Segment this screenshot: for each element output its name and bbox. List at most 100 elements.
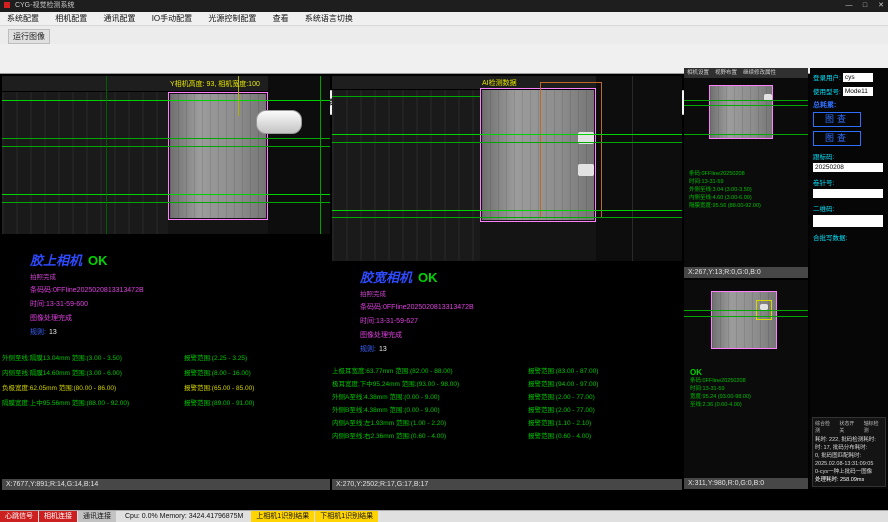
- measurement-text: 隔膜宽度:上中95.56mm 范围:(88.00 - 92.00): [2, 397, 129, 407]
- stats-header: 综合检测 状态开关 轴标检测: [815, 420, 883, 434]
- measurement-row: 内侧A至线:左1.93mm 范围:(1.00 - 2.20) 报警范围:(1.1…: [332, 414, 682, 427]
- small-pixel-readout-2: X:311,Y:980,R:0,G:0,B:0: [684, 478, 808, 489]
- model-label: 使用型号:: [813, 86, 841, 96]
- menu-io-manual[interactable]: IO手动配置: [145, 12, 199, 26]
- alarm-range-text: 报警范围:(89.00 - 91.00): [184, 397, 254, 407]
- rc-item-3[interactable]: 继续修改属性: [743, 68, 776, 78]
- bottom-status-bar: 心跳信号 相机连接 通讯连接 Cpu: 0.0% Memory: 3424.41…: [0, 510, 888, 522]
- machine-body: [2, 92, 168, 234]
- rule-value: 13: [379, 346, 387, 353]
- menu-system-config[interactable]: 系统配置: [0, 12, 46, 26]
- stats-line: 2025.02.08-13:31:09:05: [815, 460, 883, 468]
- rc-item-1[interactable]: 相机设置: [687, 68, 709, 78]
- alarm-range-text: 报警范围:(1.10 - 2.10): [528, 417, 591, 427]
- roll-number-input[interactable]: [813, 189, 883, 198]
- menu-comm-config[interactable]: 通讯配置: [96, 12, 142, 26]
- qr-code-input[interactable]: [813, 215, 883, 227]
- comm-connect-badge: 通讯连接: [78, 511, 116, 522]
- camera-result-title: 胶宽相机: [360, 270, 412, 285]
- measure-line: [684, 134, 808, 135]
- left-pixel-readout: X:7677,Y:891;R:14,G:14,B:14: [2, 479, 330, 490]
- stats-line-processing-time: 处理耗时: 258.09ms: [815, 476, 883, 484]
- measure-line: [684, 100, 808, 101]
- menu-language[interactable]: 系统语言切换: [298, 12, 360, 26]
- mid-pixel-readout: X:270,Y:2502;R:17,G:17,B:17: [332, 479, 682, 490]
- mid-camera-panel: AI检测数据 胶宽相机OK 拍照完成 条码码:0FFIine2025020813…: [332, 76, 682, 490]
- blue-status-box-1[interactable]: 图查: [813, 112, 861, 127]
- result-subtitle: 拍照完成: [360, 288, 682, 298]
- close-button[interactable]: ✕: [874, 0, 888, 12]
- barcode-text: 条码码:0FFIine2025020813313472B: [360, 302, 682, 312]
- app-window: CYG-视觉检测系统 — □ ✕ 系统配置 相机配置 通讯配置 IO手动配置 光…: [0, 0, 888, 522]
- mid-camera-view[interactable]: AI检测数据: [332, 76, 682, 261]
- cpu-memory-readout: Cpu: 0.0% Memory: 3424.41796875M: [125, 513, 243, 520]
- measure-line: [2, 202, 330, 203]
- menu-camera-config[interactable]: 相机配置: [48, 12, 94, 26]
- camera-overlay-text: AI检测数据: [482, 78, 517, 88]
- measurement-text: 负极宽度:62.05mm 范围:(80.00 - 86.00): [2, 382, 116, 392]
- small-result-line: 外侧至线:3.04 (3.00-3.50): [689, 186, 761, 194]
- time-text: 时间:13-31-59-627: [360, 316, 682, 326]
- login-user-label: 登录用户:: [813, 72, 841, 82]
- measure-line: [332, 134, 682, 135]
- model-row: 使用型号: Mode11: [813, 86, 885, 96]
- small-result-line: 宽度:95.24 (93.00-98.00): [690, 393, 751, 401]
- minimize-button[interactable]: —: [842, 0, 856, 12]
- result-subtitle: 拍照完成: [30, 271, 330, 281]
- small-camera-view-2[interactable]: OK 条码:0FFIine20250208 时间:13-31-59 宽度:95.…: [684, 280, 808, 478]
- rule-row: 规则:13: [360, 344, 682, 354]
- batch-code-value[interactable]: 20250208: [813, 163, 883, 172]
- stats-box: 综合检测 状态开关 轴标检测 耗时: 222, 批码检测耗时: 时: 17, 批…: [812, 417, 886, 487]
- measurement-row: 外侧至线:隔膜13.04mm 范围:(3.00 - 3.50) 报警范围:(2.…: [2, 349, 330, 364]
- stats-line: 耗时: 222, 批码检测耗时:: [815, 436, 883, 444]
- upper-camera-result-badge: 上相机1识别结果: [251, 511, 314, 522]
- alarm-range-text: 报警范围:(2.25 - 3.25): [184, 352, 247, 362]
- machine-body: [332, 90, 480, 261]
- merge-data-label: 合批写数据:: [813, 232, 885, 242]
- title-bar: CYG-视觉检测系统 — □ ✕: [0, 0, 888, 12]
- blue-status-box-2[interactable]: 图查: [813, 131, 861, 146]
- measure-vline: [320, 76, 321, 234]
- menu-light-control[interactable]: 光源控制配置: [201, 12, 263, 26]
- measure-line: [2, 138, 330, 139]
- measure-line: [2, 194, 330, 195]
- batch-code-label: 跟标码:: [813, 151, 885, 161]
- alarm-range-text: 报警范围:(83.00 - 87.00): [528, 365, 598, 375]
- alarm-range-text: 报警范围:(65.00 - 85.00): [184, 382, 254, 392]
- alarm-range-text: 报警范围:(8.00 - 16.00): [184, 367, 251, 377]
- left-camera-panel: Y相机高度: 93, 相机宽度:100 胶上相机OK 拍照完成 条码码:0FFI…: [2, 76, 330, 490]
- measurement-row: 内侧B至线:右2.36mm 范围:(0.60 - 4.00) 报警范围:(0.6…: [332, 427, 682, 440]
- roi-rect: [709, 85, 773, 139]
- left-results: 胶上相机OK 拍照完成 条码码:0FFIine2025020813313472B…: [2, 234, 330, 479]
- roi-rect: [168, 92, 268, 220]
- small-result-line: 隔膜宽度:95.56 (88.00-92.00): [689, 202, 761, 210]
- menu-bar: 系统配置 相机配置 通讯配置 IO手动配置 光源控制配置 查看 系统语言切换: [0, 12, 888, 26]
- small-result-line: 条码:0FFIine20250208: [689, 170, 761, 178]
- small-camera-view-1[interactable]: 条码:0FFIine20250208 时间:13-31-59 外侧至线:3.04…: [684, 78, 808, 267]
- time-text: 时间:13-31-59-600: [30, 299, 330, 309]
- rule-value: 13: [49, 329, 57, 336]
- process-status-text: 图像处理完成: [30, 313, 330, 323]
- tab-run-image[interactable]: 运行图像: [8, 29, 50, 44]
- lower-camera-result-badge: 下相机1识别结果: [315, 511, 378, 522]
- machine-edge: [632, 76, 633, 261]
- menu-view[interactable]: 查看: [266, 12, 296, 26]
- small-results-2: OK 条码:0FFIine20250208 时间:13-31-59 宽度:95.…: [690, 368, 751, 409]
- alarm-range-text: 报警范围:(2.00 - 77.00): [528, 404, 595, 414]
- measurement-text: 内侧A至线:左1.93mm 范围:(1.00 - 2.20): [332, 417, 446, 427]
- measurement-row: 外侧B至线:4.38mm 范围:(0.00 - 9.00) 报警范围:(2.00…: [332, 401, 682, 414]
- small-camera-panel-2: OK 条码:0FFIine20250208 时间:13-31-59 宽度:95.…: [684, 280, 808, 489]
- measure-line: [2, 100, 330, 101]
- stats-line: 0, 批码图匹配耗时:: [815, 452, 883, 460]
- left-camera-view[interactable]: Y相机高度: 93, 相机宽度:100: [2, 76, 330, 234]
- measurement-text: 内侧至线:隔膜14.60mm 范围:(3.00 - 6.00): [2, 367, 122, 377]
- model-value: Mode11: [843, 87, 873, 96]
- rc-item-2[interactable]: 视野布置: [715, 68, 737, 78]
- measurement-text: 极耳宽度:下中95.24mm 范围:(93.00 - 98.00): [332, 378, 459, 388]
- mid-results: 胶宽相机OK 拍照完成 条码码:0FFIine2025020813313472B…: [332, 261, 682, 479]
- maximize-button[interactable]: □: [858, 0, 872, 12]
- measure-line: [332, 210, 682, 211]
- camera-result-title: 胶上相机: [30, 253, 82, 268]
- stats-header-item: 综合检测: [815, 420, 834, 434]
- roller-part: [256, 110, 302, 134]
